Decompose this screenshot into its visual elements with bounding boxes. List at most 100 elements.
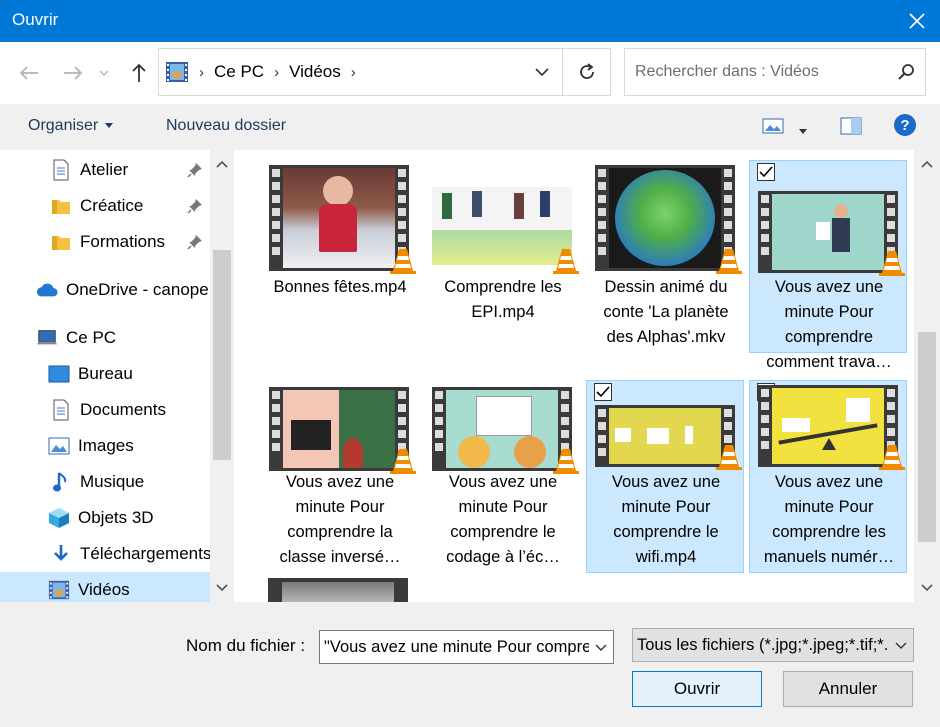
vlc-icon: [716, 445, 742, 470]
folder-icon: [52, 236, 70, 250]
scroll-down-icon[interactable]: [921, 584, 933, 592]
vlc-icon: [879, 251, 905, 276]
breadcrumb-ce-pc[interactable]: Ce PC: [214, 62, 264, 82]
sidebar-item-images[interactable]: Images: [0, 428, 210, 464]
scroll-up-icon[interactable]: [921, 160, 933, 168]
file-view-scroll-thumb[interactable]: [918, 332, 936, 542]
organize-button[interactable]: Organiser: [28, 117, 114, 135]
file-tile[interactable]: Vous avez une minute Pour comprendre le …: [423, 382, 581, 575]
file-name: Vous avez une minute Pour comprendre com…: [766, 278, 892, 371]
file-tile[interactable]: Vous avez une minute Pour comprendre le …: [586, 380, 744, 573]
desktop-icon: [48, 365, 70, 383]
sidebar-item-label: Créatice: [80, 196, 144, 215]
pin-icon: [187, 163, 202, 178]
forward-button[interactable]: [58, 58, 88, 88]
up-button[interactable]: [124, 58, 154, 88]
scroll-down-icon[interactable]: [216, 584, 228, 592]
bottom-panel: Nom du fichier : "Vous avez une minute P…: [0, 602, 940, 727]
folder-icon: [52, 200, 70, 214]
vlc-icon: [879, 445, 905, 470]
chevron-down-icon: [99, 70, 109, 76]
filename-dropdown-button[interactable]: [589, 631, 613, 663]
address-dropdown-button[interactable]: [523, 49, 561, 95]
selection-checkbox[interactable]: [594, 383, 612, 401]
breadcrumb-chevron-icon[interactable]: ›: [351, 64, 356, 81]
vlc-icon: [716, 249, 742, 274]
change-view-button[interactable]: [762, 116, 786, 141]
sidebar-item-atelier[interactable]: Atelier: [0, 152, 210, 188]
selection-checkbox[interactable]: [757, 163, 775, 181]
help-button[interactable]: ?: [893, 113, 917, 142]
cancel-button[interactable]: Annuler: [783, 671, 913, 707]
sidebar-item-musique[interactable]: Musique: [0, 464, 210, 500]
file-tile[interactable]: Dessin animé du conte 'La planète des Al…: [586, 160, 744, 353]
title-bar: Ouvrir: [0, 0, 940, 42]
preview-pane-icon: [840, 117, 862, 135]
caret-down-icon: [799, 129, 807, 134]
sidebar-item-creatice[interactable]: Créatice: [0, 188, 210, 224]
search-input[interactable]: [625, 49, 885, 95]
sidebar-item-label: Images: [78, 436, 134, 455]
arrow-right-icon: [64, 66, 83, 80]
filename-value[interactable]: "Vous avez une minute Pour comprendre le…: [324, 638, 613, 657]
sidebar-scrollbar[interactable]: [210, 150, 234, 602]
address-bar[interactable]: › Ce PC › Vidéos ›: [158, 48, 611, 96]
file-tile[interactable]: Comprendre les EPI.mp4: [423, 160, 581, 353]
preview-pane-button[interactable]: [840, 116, 862, 141]
sidebar-item-formations[interactable]: Formations: [0, 224, 210, 260]
caret-down-icon: [105, 123, 114, 128]
document-icon: [53, 159, 69, 181]
open-button[interactable]: Ouvrir: [632, 671, 762, 707]
sidebar-item-label: Objets 3D: [78, 508, 154, 527]
sidebar-item-objets-3d[interactable]: Objets 3D: [0, 500, 210, 536]
close-icon: [909, 13, 925, 29]
new-folder-button[interactable]: Nouveau dossier: [166, 117, 286, 135]
close-button[interactable]: [894, 0, 940, 42]
vlc-icon: [390, 249, 416, 274]
search-box[interactable]: [624, 48, 926, 96]
video-thumbnail: [758, 385, 905, 470]
window-title: Ouvrir: [12, 10, 59, 29]
chevron-down-icon: [535, 68, 549, 76]
breadcrumb-chevron-icon[interactable]: ›: [199, 64, 204, 81]
file-tile[interactable]: Bonnes fêtes.mp4: [260, 160, 418, 353]
file-type-dropdown-button[interactable]: [889, 629, 913, 661]
sidebar-item-label: Ce PC: [66, 328, 117, 347]
scroll-up-icon[interactable]: [216, 160, 228, 168]
partial-video-thumbnail[interactable]: [268, 578, 408, 602]
navigation-pane: Atelier Créatice Formations OneDrive - c…: [0, 150, 234, 602]
file-name: Vous avez une minute Pour comprendre la …: [279, 473, 401, 566]
music-icon: [53, 472, 67, 492]
sidebar-item-bureau[interactable]: Bureau: [0, 356, 210, 392]
file-type-select[interactable]: Tous les fichiers (*.jpg;*.jpeg;*.tif;*.…: [632, 628, 914, 662]
back-button[interactable]: [14, 58, 44, 88]
sidebar-item-label: Téléchargements: [80, 544, 210, 563]
breadcrumb-videos[interactable]: Vidéos: [289, 62, 341, 82]
sidebar-item-videos[interactable]: Vidéos: [0, 572, 210, 602]
sidebar-item-label: Documents: [80, 400, 166, 419]
vlc-icon: [553, 249, 579, 274]
sidebar-item-onedrive[interactable]: OneDrive - canope: [0, 272, 210, 308]
sidebar-scroll-thumb[interactable]: [213, 250, 231, 460]
recent-locations-button[interactable]: [94, 58, 114, 88]
check-icon: [596, 386, 610, 398]
breadcrumb: › Ce PC › Vidéos ›: [165, 49, 366, 95]
file-name: Comprendre les EPI.mp4: [444, 278, 562, 321]
file-tile[interactable]: Vous avez une minute Pour comprendre la …: [260, 382, 418, 575]
sidebar-item-telechargements[interactable]: Téléchargements: [0, 536, 210, 572]
file-tile[interactable]: Vous avez une minute Pour comprendre com…: [749, 160, 907, 371]
file-tile[interactable]: Vous avez une minute Pour comprendre les…: [749, 380, 907, 573]
search-icon[interactable]: [897, 63, 915, 81]
breadcrumb-chevron-icon[interactable]: ›: [274, 64, 279, 81]
file-name: Dessin animé du conte 'La planète des Al…: [603, 278, 729, 346]
sidebar-item-label: Musique: [80, 472, 145, 491]
pin-icon: [187, 235, 202, 250]
video-folder-icon: [166, 62, 188, 82]
sidebar-item-documents[interactable]: Documents: [0, 392, 210, 428]
refresh-button[interactable]: [562, 49, 610, 95]
filename-input[interactable]: "Vous avez une minute Pour comprendre le…: [319, 630, 614, 664]
sidebar-item-ce-pc[interactable]: Ce PC: [0, 320, 210, 356]
view-options-button[interactable]: [798, 122, 808, 140]
chevron-down-icon: [595, 644, 607, 651]
file-view-scrollbar[interactable]: [914, 150, 940, 602]
